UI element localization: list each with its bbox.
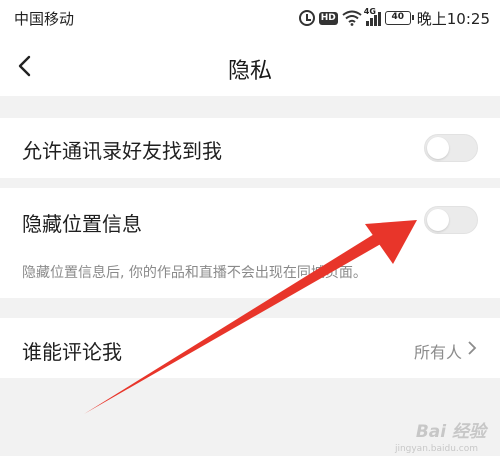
wifi-icon <box>342 10 362 26</box>
status-bar: 中国移动 HD 4G 40 晚上10:25 <box>0 0 500 36</box>
network-type: 4G <box>363 7 376 16</box>
hd-icon: HD <box>318 11 338 25</box>
nav-bar: 隐私 <box>0 36 500 96</box>
page-title: 隐私 <box>227 59 272 84</box>
signal-icon: 4G <box>363 7 381 26</box>
alarm-icon <box>298 10 315 26</box>
carrier-name: 中国移动 <box>14 10 75 28</box>
status-time: 晚上10:25 <box>416 9 490 28</box>
toggle-knob <box>427 137 449 159</box>
battery-icon: 40 <box>384 11 414 25</box>
status-icons: HD 4G 40 晚上10:25 <box>298 7 490 29</box>
watermark-url: jingyan.baidu.com <box>394 444 478 454</box>
setting-row-who-can-comment[interactable]: 谁能评论我 所有人 <box>0 318 500 378</box>
toggle-knob <box>427 209 449 231</box>
chevron-right-icon <box>466 340 478 356</box>
who-can-comment-value: 所有人 <box>413 343 462 362</box>
hide-location-description: 隐藏位置信息后, 你的作品和直播不会出现在同城页面。 <box>22 265 367 281</box>
hide-location-label: 隐藏位置信息 <box>22 212 142 236</box>
setting-row-allow-contacts: 允许通讯录好友找到我 <box>0 118 500 178</box>
hide-location-toggle[interactable] <box>424 206 478 234</box>
who-can-comment-label: 谁能评论我 <box>22 340 122 364</box>
allow-contacts-label: 允许通讯录好友找到我 <box>22 139 222 163</box>
watermark-logo: Bai 经验 <box>415 422 486 442</box>
allow-contacts-toggle[interactable] <box>424 134 478 162</box>
